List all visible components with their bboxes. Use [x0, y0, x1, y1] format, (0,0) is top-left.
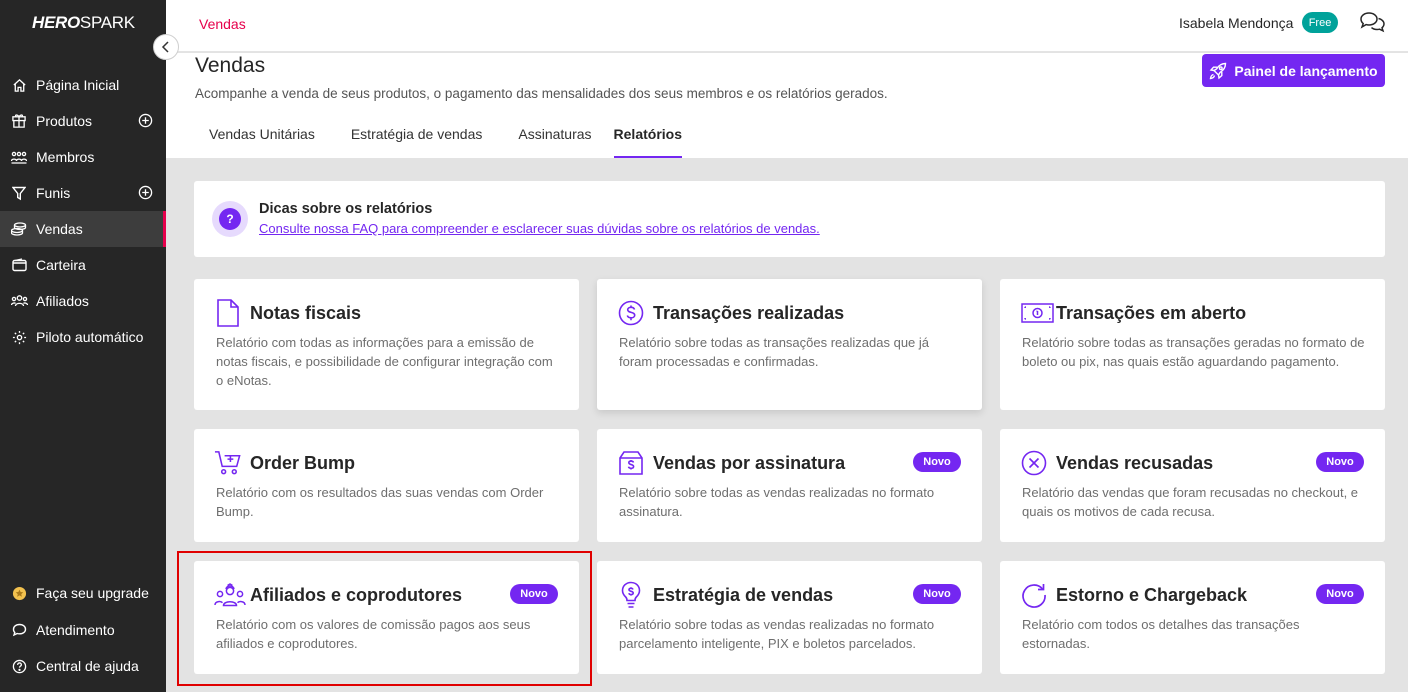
new-badge: Novo	[510, 584, 558, 604]
report-card-order-bump[interactable]: Order Bump Relatório com os resultados d…	[194, 429, 579, 542]
sidebar-item-funis[interactable]: Funis	[0, 175, 166, 211]
wallet-icon	[10, 256, 28, 274]
top-bar: Vendas Isabela Mendonça Free	[166, 0, 1408, 52]
sidebar-item-vendas[interactable]: Vendas	[0, 211, 166, 247]
affiliates-icon	[10, 292, 28, 310]
star-icon	[10, 584, 28, 602]
herospark-logo[interactable]: HEROSPARK	[32, 13, 135, 33]
tips-title: Dicas sobre os relatórios	[259, 201, 433, 217]
messages-icon[interactable]	[1359, 11, 1386, 38]
chat-icon	[10, 621, 28, 639]
sidebar-item-membros[interactable]: Membros	[0, 139, 166, 175]
cart-plus-icon	[214, 449, 242, 477]
refresh-icon	[1020, 581, 1048, 609]
dollar-circle-icon	[617, 299, 645, 327]
document-icon	[214, 299, 242, 327]
sidebar-item-produtos[interactable]: Produtos	[0, 103, 166, 139]
x-circle-icon	[1020, 449, 1048, 477]
page-subtitle: Acompanhe a venda de seus produtos, o pa…	[195, 86, 888, 101]
tips-banner: ? Dicas sobre os relatórios Consulte nos…	[194, 181, 1385, 257]
subscription-box-icon	[617, 449, 645, 477]
sidebar-item-piloto-automatico[interactable]: Piloto automático	[0, 319, 166, 355]
plan-badge: Free	[1302, 12, 1338, 33]
report-card-estrategia-de-vendas[interactable]: Estratégia de vendas Novo Relatório sobr…	[597, 561, 982, 674]
lightbulb-icon	[617, 581, 645, 609]
sidebar-item-afiliados[interactable]: Afiliados	[0, 283, 166, 319]
collapse-sidebar-button[interactable]	[153, 34, 179, 60]
box-icon	[10, 112, 28, 130]
question-icon: ?	[212, 201, 248, 237]
help-icon	[10, 657, 28, 675]
sidebar-item-carteira[interactable]: Carteira	[0, 247, 166, 283]
funnel-icon	[10, 184, 28, 202]
tab-assinaturas[interactable]: Assinaturas	[518, 121, 591, 158]
people-group-icon	[214, 581, 246, 609]
new-badge: Novo	[913, 584, 961, 604]
sidebar-item-atendimento[interactable]: Atendimento	[0, 612, 166, 649]
user-name[interactable]: Isabela Mendonça	[1179, 15, 1293, 31]
report-card-transacoes-em-aberto[interactable]: Transações em aberto Relatório sobre tod…	[1000, 279, 1385, 410]
sidebar-item-central-de-ajuda[interactable]: Central de ajuda	[0, 648, 166, 685]
new-badge: Novo	[1316, 452, 1364, 472]
report-card-vendas-por-assinatura[interactable]: Vendas por assinatura Novo Relatório sob…	[597, 429, 982, 542]
new-badge: Novo	[1316, 584, 1364, 604]
faq-link[interactable]: Consulte nossa FAQ para compreender e es…	[259, 221, 820, 236]
chevron-left-icon	[161, 41, 169, 53]
add-funnel-plus-icon[interactable]	[138, 185, 153, 203]
sales-tabs: Vendas Unitárias Estratégia de vendas As…	[195, 121, 718, 158]
add-product-plus-icon[interactable]	[138, 113, 153, 131]
page-title: Vendas	[195, 54, 266, 77]
sidebar-item-upgrade[interactable]: Faça seu upgrade	[0, 575, 166, 612]
sidebar-nav: Página Inicial Produtos Membros Funis Ve…	[0, 67, 166, 355]
new-badge: Novo	[913, 452, 961, 472]
launch-panel-button[interactable]: Painel de lançamento	[1202, 54, 1385, 87]
report-card-estorno-e-chargeback[interactable]: Estorno e Chargeback Novo Relatório com …	[1000, 561, 1385, 674]
coins-icon	[10, 220, 28, 238]
report-card-afiliados-e-coprodutores[interactable]: Afiliados e coprodutores Novo Relatório …	[194, 561, 579, 674]
page-header: Vendas Acompanhe a venda de seus produto…	[166, 53, 1408, 158]
tab-relatorios[interactable]: Relatórios	[613, 121, 683, 158]
report-card-notas-fiscais[interactable]: Notas fiscais Relatório com todas as inf…	[194, 279, 579, 410]
breadcrumb[interactable]: Vendas	[199, 16, 246, 32]
sidebar-item-pagina-inicial[interactable]: Página Inicial	[0, 67, 166, 103]
banknote-icon	[1020, 299, 1054, 327]
members-icon	[10, 148, 28, 166]
gear-icon	[10, 328, 28, 346]
sidebar: HEROSPARK Página Inicial Produtos Membro…	[0, 0, 166, 692]
tab-vendas-unitarias[interactable]: Vendas Unitárias	[209, 121, 315, 158]
tab-estrategia-de-vendas[interactable]: Estratégia de vendas	[351, 121, 483, 158]
report-card-vendas-recusadas[interactable]: Vendas recusadas Novo Relatório das vend…	[1000, 429, 1385, 542]
report-card-transacoes-realizadas[interactable]: Transações realizadas Relatório sobre to…	[597, 279, 982, 410]
home-icon	[10, 76, 28, 94]
sidebar-bottom: Faça seu upgrade Atendimento Central de …	[0, 575, 166, 685]
rocket-icon	[1210, 62, 1227, 79]
